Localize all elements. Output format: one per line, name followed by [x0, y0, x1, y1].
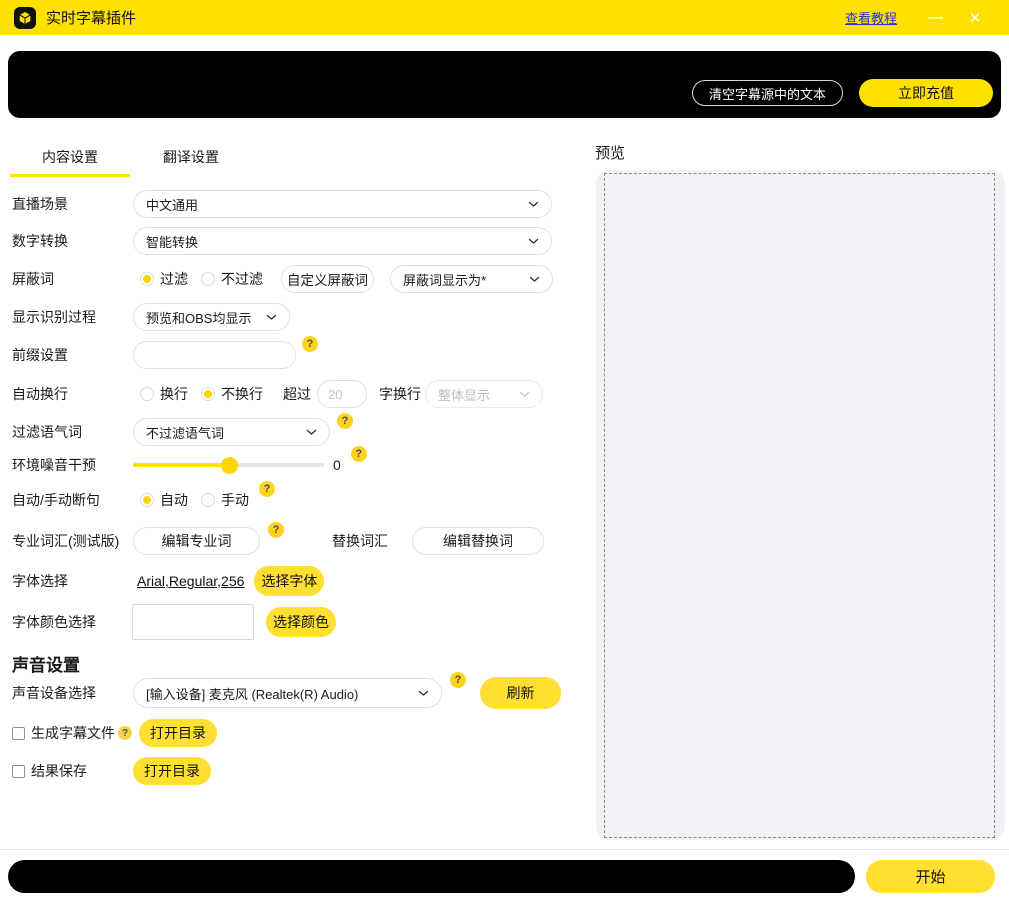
overflow-mode-value: 整体显示	[438, 385, 490, 404]
open-result-dir-button[interactable]: 打开目录	[133, 757, 211, 785]
clear-subtitle-text-button[interactable]: 清空字幕源中的文本	[692, 80, 843, 106]
font-color-input[interactable]	[132, 604, 254, 640]
nowrap-option-label[interactable]: 不换行	[221, 384, 263, 404]
open-subtitle-dir-button[interactable]: 打开目录	[139, 719, 217, 747]
segmentation-manual-radio[interactable]	[201, 493, 215, 507]
tab-content-settings[interactable]: 内容设置	[10, 147, 130, 167]
prefix-label: 前缀设置	[12, 345, 133, 365]
noise-value: 0	[333, 457, 341, 473]
segmentation-help-icon[interactable]: ?	[259, 481, 275, 497]
slider-thumb[interactable]	[221, 457, 238, 474]
auto-wrap-label: 自动换行	[12, 384, 133, 404]
pro-vocab-label: 专业词汇(测试版)	[12, 531, 133, 551]
overflow-mode-dropdown[interactable]: 整体显示	[425, 380, 543, 408]
refresh-button[interactable]: 刷新	[480, 677, 561, 709]
tab-translation-settings[interactable]: 翻译设置	[163, 147, 219, 167]
chevron-down-icon	[528, 201, 539, 208]
font-select-label: 字体选择	[12, 571, 133, 591]
subtitle-file-help-icon[interactable]: ?	[118, 726, 132, 740]
filler-help-icon[interactable]: ?	[337, 413, 353, 429]
tutorial-link[interactable]: 查看教程	[845, 8, 897, 27]
scene-label: 直播场景	[12, 194, 133, 214]
select-color-button[interactable]: 选择颜色	[266, 607, 336, 637]
result-save-label[interactable]: 结果保存	[31, 761, 87, 781]
blocked-display-value: 屏蔽词显示为*	[403, 270, 486, 289]
segmentation-auto-label[interactable]: 自动	[160, 490, 188, 510]
recharge-button[interactable]: 立即充值	[859, 79, 993, 107]
chevron-down-icon	[418, 690, 429, 697]
blocked-filter-option-label[interactable]: 过滤	[160, 269, 188, 289]
segmentation-auto-radio[interactable]	[140, 493, 154, 507]
recognition-display-dropdown[interactable]: 预览和OBS均显示	[133, 303, 290, 331]
result-save-checkbox[interactable]	[12, 765, 25, 778]
replace-vocab-label: 替换词汇	[332, 531, 388, 551]
blocked-filter-radio[interactable]	[140, 272, 154, 286]
chevron-down-icon	[306, 429, 317, 436]
sound-device-dropdown[interactable]: [输入设备] 麦克风 (Realtek(R) Audio)	[133, 678, 442, 708]
preview-title: 预览	[595, 142, 625, 163]
wrap-suffix-text: 字换行	[379, 384, 421, 404]
chevron-down-icon	[529, 276, 540, 283]
segmentation-manual-label[interactable]: 手动	[221, 490, 249, 510]
filler-filter-dropdown[interactable]: 不过滤语气词	[133, 418, 330, 446]
number-conversion-value: 智能转换	[146, 232, 198, 251]
number-conversion-label: 数字转换	[12, 231, 133, 251]
scene-dropdown-value: 中文通用	[146, 195, 198, 214]
chevron-down-icon	[519, 391, 530, 398]
active-tab-underline	[10, 174, 130, 177]
preview-dashed-area	[604, 173, 995, 838]
noise-help-icon[interactable]: ?	[351, 446, 367, 462]
prefix-input[interactable]	[133, 341, 296, 369]
filler-filter-value: 不过滤语气词	[146, 423, 224, 442]
footer-divider	[0, 849, 1009, 850]
wrap-radio[interactable]	[140, 387, 154, 401]
filler-filter-label: 过滤语气词	[12, 422, 133, 442]
select-font-button[interactable]: 选择字体	[254, 566, 324, 596]
recognition-display-value: 预览和OBS均显示	[146, 308, 251, 327]
scene-dropdown[interactable]: 中文通用	[133, 190, 552, 218]
slider-fill	[133, 463, 230, 467]
promo-banner: 清空字幕源中的文本 立即充值	[8, 51, 1001, 118]
blocked-words-label: 屏蔽词	[12, 269, 133, 289]
minimize-button[interactable]: —	[915, 9, 955, 26]
wrap-option-label[interactable]: 换行	[160, 384, 188, 404]
sound-settings-heading: 声音设置	[12, 651, 80, 676]
preview-panel	[596, 170, 1005, 840]
font-color-label: 字体颜色选择	[12, 612, 133, 632]
exceed-text: 超过	[283, 384, 311, 404]
sound-device-value: [输入设备] 麦克风 (Realtek(R) Audio)	[146, 684, 358, 703]
edit-pro-vocab-button[interactable]: 编辑专业词	[133, 527, 260, 555]
chevron-down-icon	[266, 314, 277, 321]
chevron-down-icon	[528, 238, 539, 245]
custom-blocked-words-button[interactable]: 自定义屏蔽词	[281, 265, 374, 293]
pro-vocab-help-icon[interactable]: ?	[268, 522, 284, 538]
nowrap-radio[interactable]	[201, 387, 215, 401]
sound-device-help-icon[interactable]: ?	[450, 672, 466, 688]
blocked-display-dropdown[interactable]: 屏蔽词显示为*	[390, 265, 553, 293]
edit-replace-vocab-button[interactable]: 编辑替换词	[412, 527, 544, 555]
noise-label: 环境噪音干预	[12, 455, 133, 475]
blocked-nofilter-radio[interactable]	[201, 272, 215, 286]
app-titlebar: 实时字幕插件 查看教程 — ✕	[0, 0, 1009, 35]
subtitle-status-bar	[8, 860, 855, 893]
subtitle-file-checkbox[interactable]	[12, 727, 25, 740]
current-font-link[interactable]: Arial,Regular,256	[137, 573, 244, 589]
prefix-help-icon[interactable]: ?	[302, 336, 318, 352]
subtitle-file-label[interactable]: 生成字幕文件	[31, 723, 115, 743]
segmentation-label: 自动/手动断句	[12, 490, 133, 510]
blocked-nofilter-option-label[interactable]: 不过滤	[221, 269, 263, 289]
wrap-chars-input[interactable]	[317, 380, 367, 408]
app-logo-icon	[14, 7, 36, 29]
noise-slider[interactable]	[133, 451, 324, 479]
number-conversion-dropdown[interactable]: 智能转换	[133, 227, 552, 255]
sound-device-label: 声音设备选择	[12, 683, 133, 703]
start-button[interactable]: 开始	[866, 860, 995, 893]
close-button[interactable]: ✕	[955, 9, 995, 27]
recognition-display-label: 显示识别过程	[12, 307, 133, 327]
app-title: 实时字幕插件	[46, 7, 136, 28]
